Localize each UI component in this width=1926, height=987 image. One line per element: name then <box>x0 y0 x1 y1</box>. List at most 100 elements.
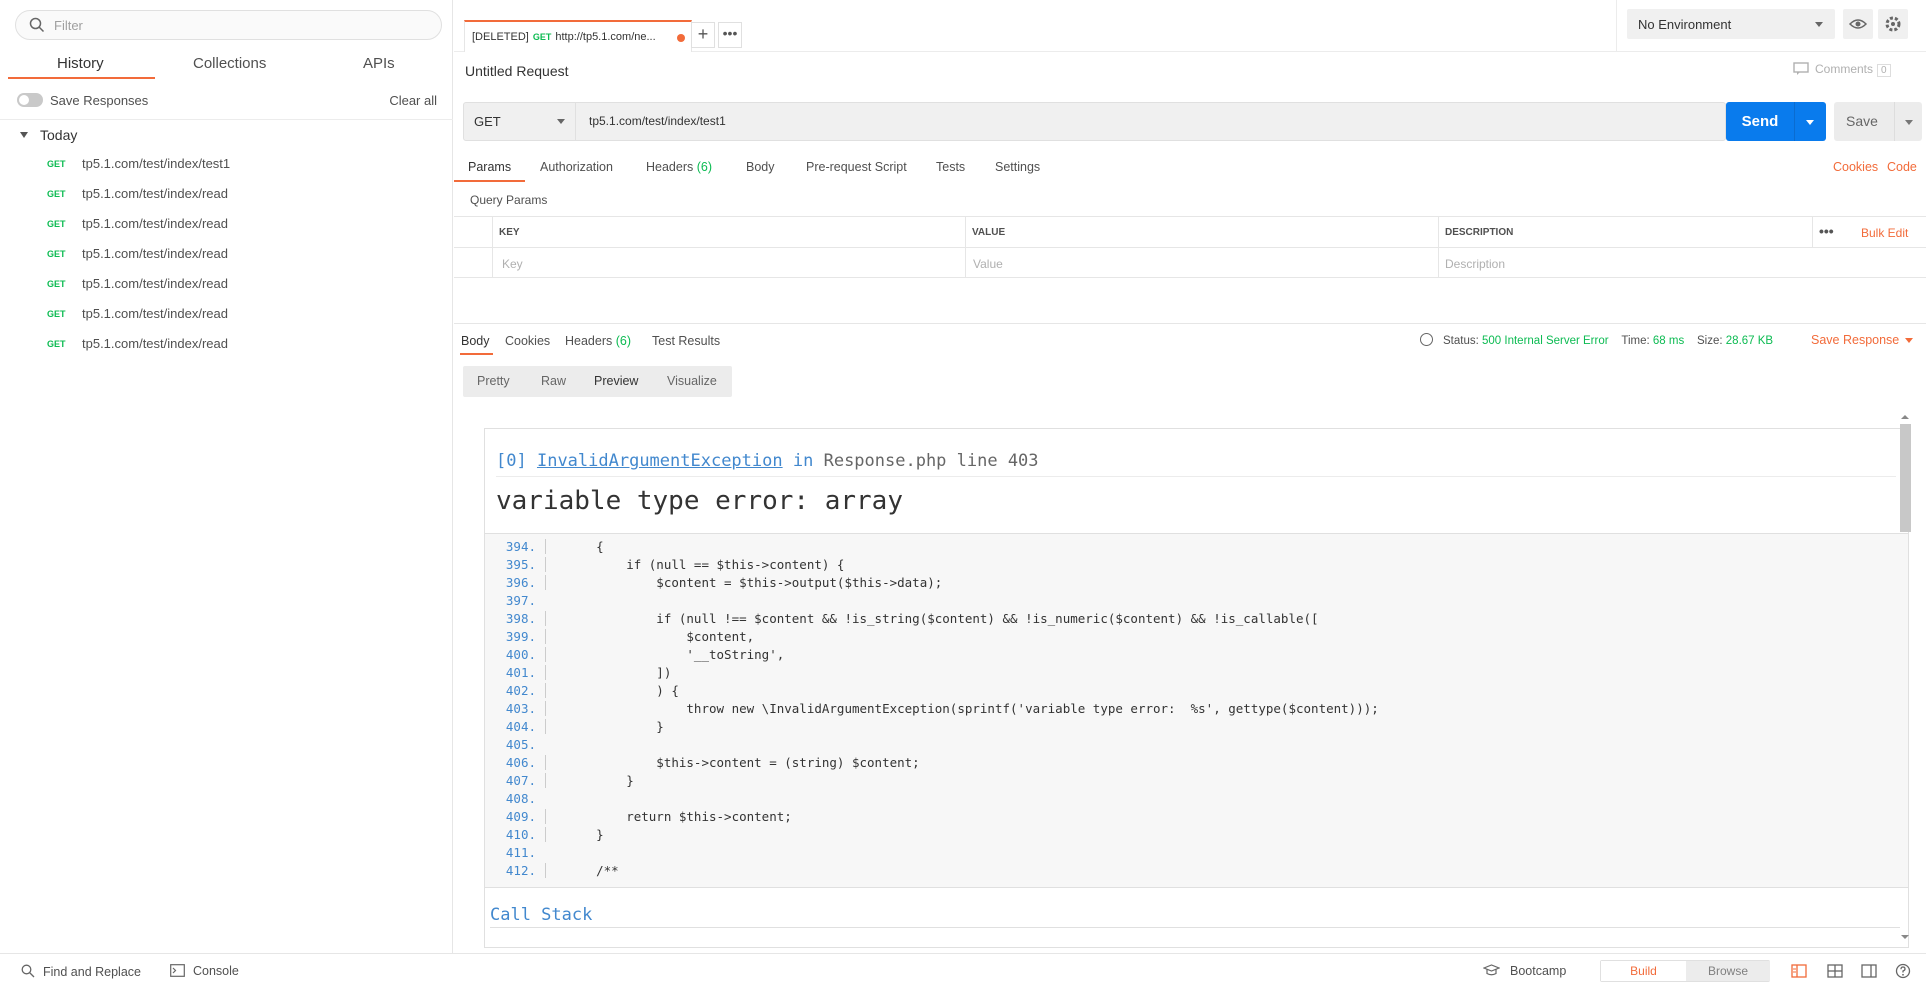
exception-class-link[interactable]: InvalidArgumentException <box>537 451 783 471</box>
browse-button[interactable]: Browse <box>1686 961 1770 981</box>
save-responses-row: Save Responses Clear all <box>17 92 437 110</box>
table-options-button[interactable]: ••• <box>1819 223 1834 239</box>
new-tab-button[interactable]: + <box>691 22 715 48</box>
save-response-button[interactable]: Save Response <box>1811 333 1914 347</box>
history-item[interactable]: GET tp5.1.com/test/index/read <box>0 240 453 270</box>
chevron-down-icon[interactable] <box>1905 120 1913 125</box>
chevron-down-icon[interactable] <box>1806 120 1814 125</box>
tab-test-results[interactable]: Test Results <box>652 334 720 348</box>
scroll-down-icon[interactable] <box>1898 932 1912 942</box>
globe-icon[interactable] <box>1420 333 1433 346</box>
code-line: 402. ) { <box>485 683 1908 701</box>
active-tab-indicator <box>454 180 525 182</box>
request-tabs: Params Authorization Headers (6) Body Pr… <box>454 158 1926 184</box>
key-input[interactable]: Key <box>502 257 523 271</box>
save-button[interactable]: Save <box>1834 102 1922 141</box>
columns-view-icon[interactable] <box>1861 963 1877 979</box>
column-divider <box>965 217 966 278</box>
history-item[interactable]: GET tp5.1.com/test/index/read <box>0 270 453 300</box>
bulk-edit-link[interactable]: Bulk Edit <box>1861 226 1908 240</box>
request-title[interactable]: Untitled Request <box>465 63 569 79</box>
tab-response-headers[interactable]: Headers (6) <box>565 334 631 348</box>
history-group-today[interactable]: Today <box>20 127 77 143</box>
request-tab[interactable]: [DELETED] GET http://tp5.1.com/ne... <box>464 20 692 52</box>
exception-index: [0] <box>496 451 527 471</box>
tab-apis[interactable]: APIs <box>363 55 395 72</box>
value-input[interactable]: Value <box>973 257 1003 271</box>
preview-scrollbar[interactable] <box>1898 410 1912 944</box>
code-link[interactable]: Code <box>1887 160 1917 174</box>
save-label: Save <box>1846 113 1878 129</box>
history-item[interactable]: GET tp5.1.com/test/index/test1 <box>0 150 453 180</box>
clear-all-button[interactable]: Clear all <box>389 93 437 108</box>
error-message: variable type error: array <box>496 486 903 516</box>
column-divider <box>492 217 493 278</box>
scroll-up-icon[interactable] <box>1898 412 1912 422</box>
manage-environments-button[interactable] <box>1878 9 1908 39</box>
grid-view-icon[interactable] <box>1827 963 1843 979</box>
line-code: return $this->content; <box>545 809 792 824</box>
line-code: { <box>545 539 604 554</box>
line-number: 409. <box>505 809 536 824</box>
code-line: 409. return $this->content; <box>485 809 1908 827</box>
line-number: 405. <box>505 737 536 752</box>
tab-settings[interactable]: Settings <box>995 160 1040 174</box>
environment-quick-look-button[interactable] <box>1843 9 1873 39</box>
view-preview-button[interactable]: Preview <box>594 374 638 388</box>
divider <box>1794 102 1795 141</box>
history-item[interactable]: GET tp5.1.com/test/index/read <box>0 300 453 330</box>
cookies-link[interactable]: Cookies <box>1833 160 1878 174</box>
tab-authorization[interactable]: Authorization <box>540 160 613 174</box>
view-raw-button[interactable]: Raw <box>541 374 566 388</box>
tab-headers[interactable]: Headers (6) <box>646 160 712 174</box>
status-label: Status: <box>1443 335 1479 347</box>
size-value[interactable]: 28.67 KB <box>1726 335 1773 347</box>
view-pretty-button[interactable]: Pretty <box>477 374 510 388</box>
view-mode-group: Pretty Raw Preview Visualize <box>463 366 732 397</box>
history-url: tp5.1.com/test/index/read <box>82 186 228 201</box>
console-button[interactable]: Console <box>170 964 239 978</box>
tab-options-button[interactable]: ••• <box>718 22 742 48</box>
code-line: 398. if (null !== $content && !is_string… <box>485 611 1908 629</box>
time-value[interactable]: 68 ms <box>1653 335 1684 347</box>
code-line: 400. '__toString', <box>485 647 1908 665</box>
line-number: 406. <box>505 755 536 770</box>
bootcamp-button[interactable]: Bootcamp <box>1482 964 1566 978</box>
comments-button[interactable]: Comments 0 <box>1793 62 1891 77</box>
two-pane-view-icon[interactable] <box>1791 963 1807 979</box>
method-select[interactable]: GET <box>464 103 576 140</box>
send-button[interactable]: Send <box>1726 102 1826 141</box>
tab-history[interactable]: History <box>57 55 104 72</box>
history-item[interactable]: GET tp5.1.com/test/index/read <box>0 210 453 240</box>
description-input[interactable]: Description <box>1445 257 1505 271</box>
line-number: 403. <box>505 701 536 716</box>
tab-params[interactable]: Params <box>468 160 511 174</box>
status-value[interactable]: 500 Internal Server Error <box>1482 335 1609 347</box>
scrollbar-thumb[interactable] <box>1900 424 1911 532</box>
tab-response-cookies[interactable]: Cookies <box>505 334 550 348</box>
save-responses-toggle[interactable] <box>17 93 43 107</box>
comments-label: Comments <box>1815 62 1874 76</box>
line-code: } <box>545 719 664 734</box>
history-method: GET <box>47 309 66 319</box>
tab-prerequest-script[interactable]: Pre-request Script <box>806 160 907 174</box>
tab-body[interactable]: Body <box>746 160 775 174</box>
find-replace-button[interactable]: Find and Replace <box>21 964 141 979</box>
url-input[interactable]: tp5.1.com/test/index/test1 <box>589 114 726 128</box>
line-code: $content = $this->output($this->data); <box>545 575 942 590</box>
column-divider <box>1812 217 1813 248</box>
line-number: 401. <box>505 665 536 680</box>
view-visualize-button[interactable]: Visualize <box>667 374 717 388</box>
line-number: 407. <box>505 773 536 788</box>
exception-file: Response.php line 403 <box>823 451 1039 471</box>
console-icon <box>170 964 185 977</box>
history-item[interactable]: GET tp5.1.com/test/index/read <box>0 180 453 210</box>
tab-tests[interactable]: Tests <box>936 160 965 174</box>
environment-select[interactable]: No Environment <box>1627 9 1835 39</box>
build-button[interactable]: Build <box>1601 961 1686 981</box>
filter-input[interactable]: Filter <box>15 10 442 40</box>
help-icon[interactable] <box>1895 963 1911 979</box>
tab-collections[interactable]: Collections <box>193 55 266 72</box>
tab-response-body[interactable]: Body <box>461 334 490 348</box>
history-item[interactable]: GET tp5.1.com/test/index/read <box>0 330 453 360</box>
